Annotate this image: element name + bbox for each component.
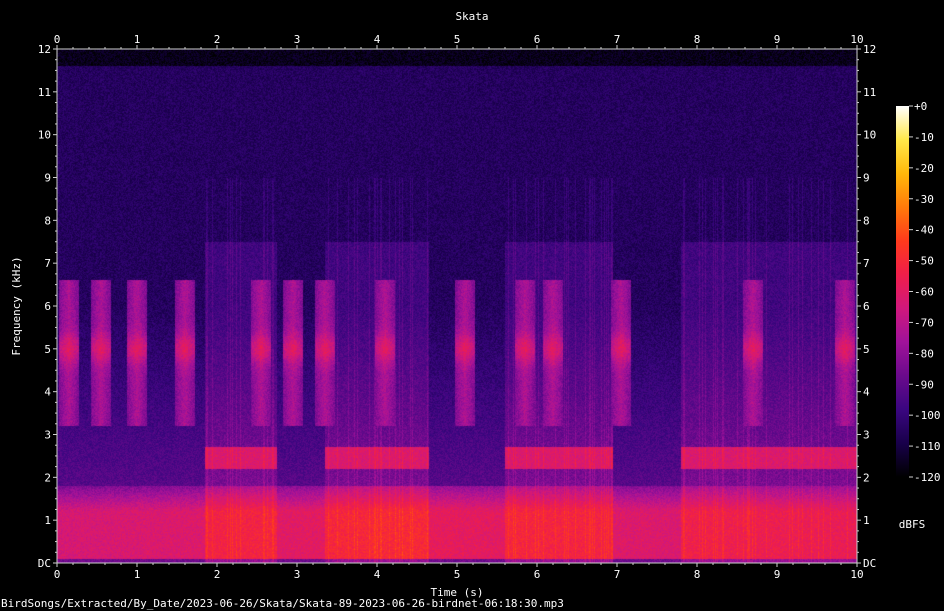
y-tick-label-left: 9 <box>44 172 51 185</box>
colorbar-tick-label: -100 <box>914 409 941 422</box>
y-tick-label-left: 12 <box>38 43 51 56</box>
x-tick-label-bottom: 3 <box>294 568 301 581</box>
chart-title: Skata <box>455 10 488 23</box>
y-tick-label-right: 8 <box>863 214 870 227</box>
x-tick-label-bottom: 8 <box>694 568 701 581</box>
colorbar-tick-label: -40 <box>914 224 934 237</box>
colorbar-tick-label: -110 <box>914 440 941 453</box>
x-tick-label-top: 10 <box>850 33 863 46</box>
y-tick-label-right: 1 <box>863 514 870 527</box>
y-tick-label-right: 10 <box>863 129 876 142</box>
y-tick-label-right: 12 <box>863 43 876 56</box>
colorbar-tick-label: -50 <box>914 255 934 268</box>
x-tick-label-bottom: 4 <box>374 568 381 581</box>
x-tick-label-top: 5 <box>454 33 461 46</box>
x-tick-label-bottom: 0 <box>54 568 61 581</box>
y-tick-label-right: DC <box>863 557 876 570</box>
y-tick-label-left: 1 <box>44 514 51 527</box>
y-axis-label: Frequency (kHz) <box>10 256 23 355</box>
colorbar-ticks: +0 -10 -20 -30 -40 -50 -60 -70 -80 -90 -100 -110 -12… <box>909 100 941 484</box>
y-tick-label-left: 11 <box>38 86 51 99</box>
y-tick-label-right: 3 <box>863 429 870 442</box>
spectrogram-chart: Skata 0 1 2 3 4 5 6 7 8 9 10 0 1 2 3 4 5 6 7 8 9 10 DC123456… <box>10 10 941 598</box>
x-tick-label-bottom: 6 <box>534 568 541 581</box>
x-tick-label-bottom: 9 <box>774 568 781 581</box>
x-tick-label-bottom: 1 <box>134 568 141 581</box>
y-tick-label-right: 11 <box>863 86 876 99</box>
y-tick-label-right: 4 <box>863 386 870 399</box>
y-ticks-left: DC123456789101112 <box>38 43 57 570</box>
y-tick-label-left: 6 <box>44 300 51 313</box>
y-tick-label-left: DC <box>38 557 51 570</box>
x-tick-label-top: 2 <box>214 33 221 46</box>
y-tick-label-left: 5 <box>44 343 51 356</box>
colorbar-tick-label: -60 <box>914 286 934 299</box>
x-tick-label-bottom: 2 <box>214 568 221 581</box>
colorbar-tick-label: -20 <box>914 162 934 175</box>
colorbar-tick-label: -30 <box>914 193 934 206</box>
colorbar-tick-label: -120 <box>914 471 941 484</box>
colorbar-label: dBFS <box>899 518 926 531</box>
x-tick-label-top: 8 <box>694 33 701 46</box>
y-tick-label-right: 2 <box>863 471 870 484</box>
colorbar-tick-label: -70 <box>914 316 934 329</box>
y-tick-label-left: 2 <box>44 471 51 484</box>
y-tick-label-left: 3 <box>44 429 51 442</box>
x-tick-label-top: 7 <box>614 33 621 46</box>
colorbar-tick-label: -90 <box>914 378 934 391</box>
colorbar-tick-label: -10 <box>914 131 934 144</box>
y-tick-label-left: 7 <box>44 257 51 270</box>
spectrogram-image <box>57 49 857 563</box>
x-ticks-top: 0 1 2 3 4 5 6 7 8 9 10 <box>54 33 864 49</box>
colorbar-tick-label: -80 <box>914 347 934 360</box>
x-ticks-bottom: 0 1 2 3 4 5 6 7 8 9 10 <box>54 563 864 581</box>
x-tick-label-bottom: 7 <box>614 568 621 581</box>
x-tick-label-bottom: 5 <box>454 568 461 581</box>
colorbar-tick-label: +0 <box>914 100 927 113</box>
y-tick-label-left: 10 <box>38 129 51 142</box>
y-tick-label-right: 9 <box>863 172 870 185</box>
y-ticks-right: DC123456789101112 <box>857 43 876 570</box>
colorbar <box>896 106 909 477</box>
file-path: BirdSongs/Extracted/By_Date/2023-06-26/S… <box>1 597 564 610</box>
x-tick-label-bottom: 10 <box>850 568 863 581</box>
x-tick-label-top: 6 <box>534 33 541 46</box>
y-tick-label-right: 5 <box>863 343 870 356</box>
x-tick-label-top: 3 <box>294 33 301 46</box>
x-tick-label-top: 1 <box>134 33 141 46</box>
x-tick-label-top: 9 <box>774 33 781 46</box>
y-tick-label-right: 6 <box>863 300 870 313</box>
x-tick-label-top: 4 <box>374 33 381 46</box>
y-tick-label-left: 8 <box>44 214 51 227</box>
x-tick-label-top: 0 <box>54 33 61 46</box>
y-tick-label-left: 4 <box>44 386 51 399</box>
y-tick-label-right: 7 <box>863 257 870 270</box>
